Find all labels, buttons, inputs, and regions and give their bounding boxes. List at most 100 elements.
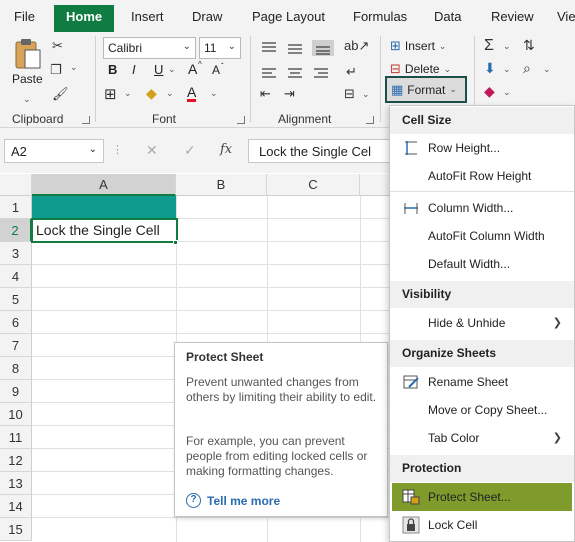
fill-dropdown-icon[interactable]: ⌄ [166,88,174,99]
gridline [32,287,390,288]
clear-icon[interactable]: ◆ [484,83,495,100]
orientation-icon[interactable]: ab↗ [344,38,369,54]
sort-filter-icon[interactable]: ⇅ [523,37,535,54]
column-header-c[interactable]: C [267,174,360,196]
fill-down-icon[interactable]: ⬇ [484,60,496,77]
tab-draw[interactable]: Draw [192,9,222,24]
menu-item-move-copy-sheet[interactable]: Move or Copy Sheet... [392,396,572,424]
tell-me-more-label: Tell me more [207,493,281,508]
fill-color-icon[interactable]: ◆ [146,85,157,102]
row-header-7[interactable]: 7 [0,334,32,357]
find-select-icon[interactable]: ⌕ [523,60,531,77]
format-cells-button[interactable]: ▦ Format ⌄ [385,76,467,103]
merge-dropdown-icon[interactable]: ⌄ [362,89,370,100]
increase-indent-icon[interactable]: ⇥ [284,86,295,102]
cancel-icon[interactable]: ✕ [146,142,158,159]
row-header-15[interactable]: 15 [0,518,32,541]
row-header-1[interactable]: 1 [0,196,32,219]
fill-dropdown-icon[interactable]: ⌄ [503,64,511,75]
row-header-14[interactable]: 14 [0,495,32,518]
vertical-align-icons[interactable] [260,40,338,56]
paste-button[interactable]: Paste [12,38,43,86]
find-dropdown-icon[interactable]: ⌄ [543,64,551,75]
menu-item-lock-cell[interactable]: Lock Cell [392,511,572,539]
autofit-column-label: AutoFit Column Width [428,229,545,243]
menu-item-tab-color[interactable]: Tab Color ❯ [392,424,572,452]
section-cell-size: Cell Size [390,107,574,134]
shrink-font-button[interactable]: A [212,63,220,77]
font-color-icon[interactable]: A [187,85,197,102]
enter-icon[interactable]: ✓ [184,142,196,159]
row-header-13[interactable]: 13 [0,472,32,495]
grow-font-button[interactable]: A [188,61,197,77]
underline-button[interactable]: U [154,62,163,77]
column-header-a[interactable]: A [32,174,176,196]
tell-me-more-link[interactable]: ? Tell me more [186,493,280,508]
insert-cells-button[interactable]: ⊞ Insert ⌄ [390,38,446,54]
chevron-down-icon: ⌄ [227,41,236,52]
splitter-icon[interactable]: ⋮ [112,143,123,156]
borders-icon[interactable]: ⊞ [104,85,117,103]
row-header-2[interactable]: 2 [0,219,32,242]
menu-item-protect-sheet[interactable]: Protect Sheet... [392,483,572,511]
select-all-corner[interactable] [0,174,32,196]
section-protection: Protection [390,455,574,482]
menu-item-autofit-row[interactable]: AutoFit Row Height [392,162,572,190]
row-header-5[interactable]: 5 [0,288,32,311]
copy-dropdown-icon[interactable]: ⌄ [70,62,78,73]
menu-item-rename-sheet[interactable]: Rename Sheet [392,368,572,396]
tab-review[interactable]: Review [491,9,534,24]
menu-item-hide-unhide[interactable]: Hide & Unhide ❯ [392,309,572,337]
row-header-12[interactable]: 12 [0,449,32,472]
tab-view[interactable]: Vie [557,9,575,24]
row-header-6[interactable]: 6 [0,311,32,334]
decrease-indent-icon[interactable]: ⇤ [260,86,271,102]
clear-dropdown-icon[interactable]: ⌄ [503,87,511,98]
row-header-9[interactable]: 9 [0,380,32,403]
menu-item-row-height[interactable]: Row Height... [392,134,572,162]
row-header-10[interactable]: 10 [0,403,32,426]
cell-a1[interactable] [32,196,176,218]
tab-file[interactable]: File [14,9,35,24]
merge-center-icon[interactable]: ⊟ [344,86,355,102]
underline-dropdown-icon[interactable]: ⌄ [168,64,176,75]
row-header-11[interactable]: 11 [0,426,32,449]
menu-item-column-width[interactable]: Column Width... [392,194,572,222]
copy-icon[interactable]: ❐ [50,62,62,78]
autosum-icon[interactable]: Σ [484,37,494,55]
font-launcher-icon[interactable] [237,116,245,124]
borders-dropdown-icon[interactable]: ⌄ [124,88,132,99]
alignment-launcher-icon[interactable] [366,116,374,124]
menu-item-default-width[interactable]: Default Width... [392,250,572,278]
format-painter-icon[interactable]: 🖌 [52,86,69,102]
delete-cells-button[interactable]: ⊟ Delete ⌄ [390,61,451,77]
cut-icon[interactable]: ✂ [52,38,63,54]
cell-a2[interactable]: Lock the Single Cell [31,218,178,243]
wrap-text-icon[interactable]: ↵ [346,64,357,80]
lock-icon [402,516,420,534]
default-width-label: Default Width... [428,257,511,271]
row-header-4[interactable]: 4 [0,265,32,288]
insert-function-button[interactable]: fx [220,142,232,157]
font-color-dropdown-icon[interactable]: ⌄ [210,88,218,99]
horizontal-align-icons[interactable] [260,67,338,81]
tab-page-layout[interactable]: Page Layout [252,9,325,24]
row-header-8[interactable]: 8 [0,357,32,380]
tab-formulas[interactable]: Formulas [353,9,407,24]
row-header-3[interactable]: 3 [0,242,32,265]
clipboard-launcher-icon[interactable] [82,116,90,124]
tooltip-body: Prevent unwanted changes from others by … [186,375,377,404]
paste-dropdown-icon[interactable]: ⌄ [23,94,31,105]
autosum-dropdown-icon[interactable]: ⌄ [503,41,511,52]
font-size-select[interactable]: 11 ⌄ [199,37,241,59]
tab-data[interactable]: Data [434,9,461,24]
menu-item-autofit-column[interactable]: AutoFit Column Width [392,222,572,250]
italic-button[interactable]: I [132,62,136,77]
name-box[interactable]: A2 ⌄ [4,139,104,163]
font-name-select[interactable]: Calibri ⌄ [103,37,196,59]
tab-insert[interactable]: Insert [131,9,164,24]
column-header-b[interactable]: B [176,174,267,196]
fill-handle[interactable] [173,240,178,245]
tab-home[interactable]: Home [54,5,115,32]
bold-button[interactable]: B [108,62,117,77]
